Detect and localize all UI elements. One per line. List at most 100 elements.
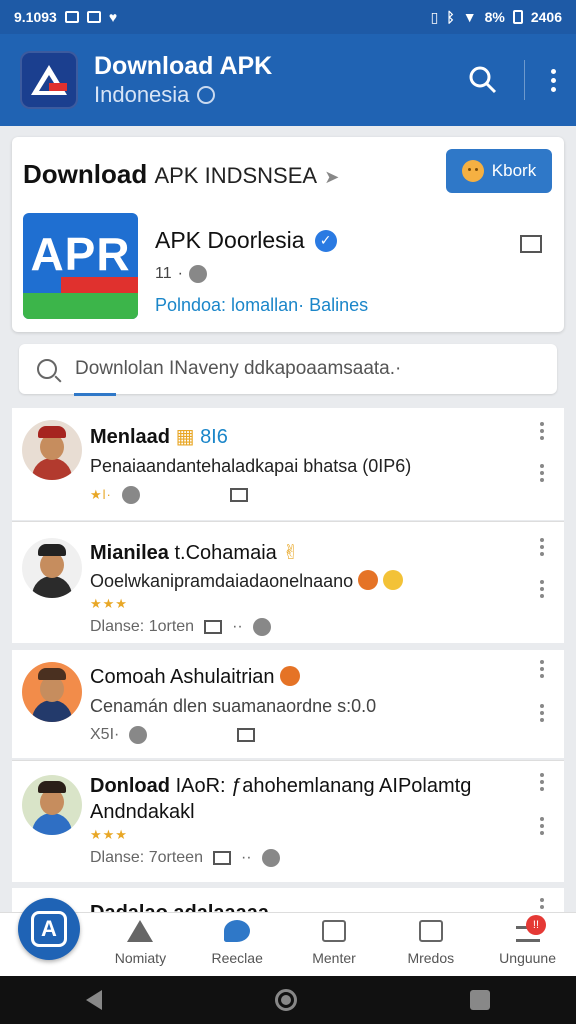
- list-item[interactable]: Comoah Ashulaitrian Cenamán dlen suamana…: [12, 650, 564, 758]
- item-meta: Dlanse: 1orten ··: [90, 618, 271, 636]
- bookmark-icon[interactable]: [237, 728, 256, 742]
- nav-media[interactable]: Mredos: [382, 913, 479, 976]
- image-icon: [418, 920, 443, 942]
- avatar[interactable]: [22, 775, 82, 835]
- wifi-icon: ▼: [462, 9, 477, 25]
- avatar[interactable]: [22, 662, 82, 722]
- more-icon[interactable]: [540, 580, 544, 598]
- app-name-text: APK Doorlesia: [155, 227, 305, 253]
- app-meta-text: 11: [155, 265, 172, 282]
- app-home-fab[interactable]: A: [18, 898, 80, 960]
- app-name: APK Doorlesia ✓: [155, 227, 337, 254]
- toolbar-divider: [524, 60, 525, 100]
- more-icon[interactable]: [540, 773, 544, 791]
- app-logo-icon[interactable]: [20, 51, 78, 109]
- reels-icon: [224, 920, 251, 942]
- hero-title-rest: APK INDSNSEA: [154, 163, 318, 188]
- item-description: Cenamán dlen suamanaordne s:0.0: [90, 696, 377, 716]
- app-title: Download APK: [94, 52, 273, 80]
- globe-icon: [121, 486, 140, 504]
- info-icon[interactable]: [197, 86, 216, 104]
- apk-app-icon[interactable]: APR: [23, 213, 138, 319]
- globe-icon: [188, 265, 207, 283]
- item-title: Donload IAoR: ƒahohemlanang AIPolamtg: [90, 775, 472, 797]
- item-description: Ooelwkanipramdaiadaonelnaano: [90, 570, 404, 592]
- image-icon: [86, 11, 101, 23]
- more-icon[interactable]: [540, 464, 544, 482]
- app-icon-text: APR: [30, 228, 131, 280]
- notification-badge: !!: [525, 915, 546, 935]
- hero-title-bold: Download: [23, 159, 148, 189]
- more-icon[interactable]: [540, 704, 544, 722]
- item-title: Comoah Ashulaitrian: [90, 666, 301, 689]
- status-clock: 2406: [530, 9, 562, 25]
- nav-inbox[interactable]: Menter: [286, 913, 383, 976]
- book-button[interactable]: Kbork: [446, 149, 552, 193]
- vibrate-icon: ▯: [430, 8, 439, 25]
- more-icon[interactable]: [540, 660, 544, 678]
- emoji-icon: [280, 666, 301, 686]
- nav-home-label: Nomiaty: [114, 950, 167, 966]
- bookmark-icon[interactable]: [229, 488, 248, 502]
- search-icon[interactable]: [468, 65, 498, 95]
- tab-indicator: [74, 393, 116, 396]
- status-time: 9.1093: [14, 9, 57, 25]
- bookmark-icon[interactable]: [212, 851, 231, 865]
- bluetooth-icon: ᛒ: [446, 9, 455, 25]
- verified-icon: ✓: [314, 229, 337, 252]
- inbox-icon: [321, 920, 346, 942]
- list-item[interactable]: Menlaad ▦ 8I6 Penaiaandantehaladkapai bh…: [12, 408, 564, 520]
- bookmark-icon[interactable]: [520, 235, 542, 253]
- list-item[interactable]: Mianilea t.Cohamaia ✌ Ooelwkanipramdaiad…: [12, 521, 564, 643]
- bookmark-icon[interactable]: [204, 620, 223, 634]
- heart-icon: ♥: [108, 9, 118, 25]
- home-button-icon[interactable]: [274, 989, 297, 1011]
- back-icon[interactable]: [86, 990, 103, 1010]
- avatar[interactable]: [22, 420, 82, 480]
- list-item[interactable]: Donload IAoR: ƒahohemlanang AIPolamtg An…: [12, 760, 564, 882]
- app-logo-icon: A: [31, 911, 67, 947]
- nav-reels-label: Reeclae: [211, 950, 263, 966]
- hero-title: Download APK INDSNSEA ➤: [23, 159, 339, 190]
- nav-menu[interactable]: !! Unguune: [479, 913, 576, 976]
- bottom-navigation: Nomiaty Reeclae Menter Mredos !! Unguune: [0, 912, 576, 976]
- item-description: Penaiaandantehaladkapai bhatsa (0IP6): [90, 456, 412, 476]
- app-subtitle-text: Indonesia: [94, 82, 190, 107]
- search-bar[interactable]: [19, 344, 557, 394]
- gift-icon: ▦: [175, 426, 195, 448]
- emoji-icon: ✌: [282, 542, 300, 564]
- item-meta: Dlanse: 7orteen ··: [90, 849, 280, 867]
- search-input[interactable]: [75, 358, 557, 380]
- gallery-icon: [64, 11, 79, 23]
- more-vert-icon[interactable]: [551, 68, 556, 92]
- nav-menu-label: Unguune: [499, 950, 556, 966]
- item-rating: ★★★: [90, 827, 128, 842]
- nav-reels[interactable]: Reeclae: [189, 913, 286, 976]
- app-tags[interactable]: Polndoa: lomallan· Balines: [155, 295, 368, 316]
- nav-home[interactable]: Nomiaty: [92, 913, 189, 976]
- recents-icon[interactable]: [469, 990, 490, 1010]
- item-meta: X5I·: [90, 726, 256, 744]
- system-navigation-bar: [0, 976, 576, 1024]
- nav-media-label: Mredos: [407, 950, 455, 966]
- item-rating: ★★★: [90, 596, 128, 611]
- globe-icon: [252, 618, 271, 636]
- status-bar: 9.1093 ♥ ▯ ᛒ ▼ 8% 2406: [0, 0, 576, 34]
- home-icon: [127, 920, 154, 942]
- item-title-line2: Andndakakl: [90, 801, 195, 823]
- face-emoji-icon: [461, 160, 484, 182]
- featured-app-card[interactable]: Download APK INDSNSEA ➤ Kbork APR APK Do…: [12, 137, 564, 332]
- nav-inbox-label: Menter: [312, 950, 356, 966]
- book-button-label: Kbork: [491, 161, 537, 180]
- battery-icon: [512, 10, 523, 24]
- app-meta: 11 ·: [155, 265, 207, 283]
- avatar[interactable]: [22, 538, 82, 598]
- globe-icon: [261, 849, 280, 867]
- more-icon[interactable]: [540, 817, 544, 835]
- feed-list: Menlaad ▦ 8I6 Penaiaandantehaladkapai bh…: [12, 408, 564, 928]
- more-icon[interactable]: [540, 422, 544, 440]
- globe-icon: [129, 726, 148, 744]
- more-icon[interactable]: [540, 538, 544, 556]
- pin-icon: ➤: [324, 167, 340, 187]
- item-title: Mianilea t.Cohamaia ✌: [90, 542, 300, 564]
